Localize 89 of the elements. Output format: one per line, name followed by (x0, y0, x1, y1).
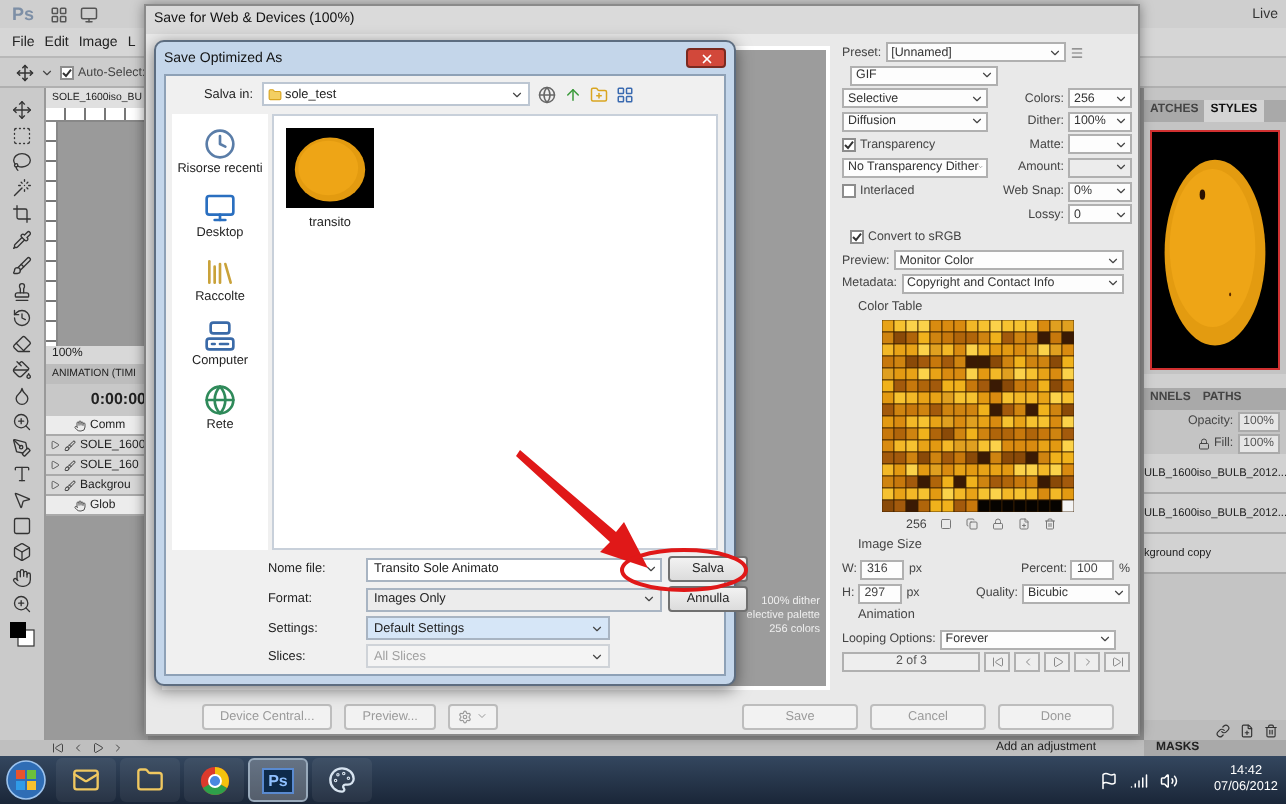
skip-forward-icon (1111, 656, 1124, 669)
library-icon (204, 256, 236, 288)
lock-icon[interactable] (1198, 437, 1211, 449)
pen-icon[interactable] (12, 438, 32, 458)
zoom-icon[interactable] (12, 594, 32, 614)
chevron-right-icon (1081, 656, 1094, 669)
first-frame-icon[interactable] (52, 742, 64, 754)
trash-icon[interactable] (1264, 723, 1278, 737)
type-icon[interactable] (12, 464, 32, 484)
lasso-icon[interactable] (12, 152, 32, 172)
brush-icon[interactable] (12, 256, 32, 276)
caret-icon (40, 65, 54, 79)
color-swatches-icon[interactable] (8, 620, 36, 648)
hand-icon (74, 419, 86, 431)
move-icon[interactable] (16, 63, 34, 81)
caret-icon (509, 87, 524, 101)
close-icon (699, 51, 713, 65)
hand-icon[interactable] (12, 568, 32, 588)
up-folder-icon[interactable] (563, 85, 582, 103)
first-frame-button[interactable] (984, 652, 1011, 673)
taskbar-button[interactable] (120, 758, 180, 802)
chevron-left-icon (1021, 656, 1034, 669)
clock-icon (204, 128, 236, 160)
folder-icon (267, 87, 282, 101)
layer-icon (64, 479, 76, 491)
timecode: 0:00:00 (88, 388, 148, 412)
marquee-icon[interactable] (12, 126, 32, 146)
checkbox[interactable] (842, 184, 856, 199)
signal-icon[interactable] (1130, 771, 1148, 789)
folder-icon (136, 766, 164, 794)
close-button[interactable] (686, 48, 726, 68)
caret-icon (1047, 45, 1062, 59)
stamp-icon[interactable] (12, 282, 32, 302)
computer-icon (204, 320, 236, 352)
grid-icon[interactable] (50, 5, 69, 23)
caret-icon (642, 592, 656, 606)
taskbar-button[interactable] (312, 758, 372, 802)
link-icon[interactable] (1216, 723, 1230, 737)
rectangle-icon[interactable] (12, 516, 32, 536)
hand-icon (74, 499, 86, 511)
caret-icon (1097, 632, 1112, 647)
crop-icon[interactable] (12, 204, 32, 224)
skip-back-icon (991, 656, 1004, 669)
layer-icon (64, 439, 76, 451)
caret-icon (1112, 586, 1126, 600)
history-brush-icon[interactable] (12, 308, 32, 328)
highlight-ellipse (620, 548, 748, 592)
trash-icon[interactable] (1044, 518, 1057, 531)
lock-icon[interactable] (992, 518, 1005, 531)
start-button[interactable] (0, 756, 52, 804)
last-frame-button[interactable] (1104, 652, 1130, 673)
view-menu-icon[interactable] (615, 85, 634, 103)
photoshop-logo: Ps (262, 767, 294, 793)
caret-icon (475, 710, 488, 722)
bucket-icon[interactable] (12, 360, 32, 380)
new-layer-icon[interactable] (1240, 723, 1254, 737)
checkbox[interactable] (60, 65, 74, 79)
gear-icon (457, 709, 472, 723)
pointer-icon[interactable] (12, 490, 32, 510)
menu-icon[interactable] (1069, 45, 1084, 59)
annotation-arrow (516, 450, 648, 568)
eyedropper-icon[interactable] (12, 230, 32, 250)
wand-icon[interactable] (12, 178, 32, 198)
play-icon[interactable] (92, 742, 104, 754)
checkbox[interactable] (850, 230, 864, 245)
square-icon[interactable] (940, 518, 953, 531)
browser-icon (199, 765, 229, 795)
flag-icon[interactable] (1100, 771, 1118, 789)
copy-icon[interactable] (966, 518, 979, 531)
taskbar-button[interactable] (56, 758, 116, 802)
checkbox[interactable] (842, 137, 856, 152)
mail-icon (72, 766, 100, 794)
taskbar-button[interactable]: Ps (248, 758, 308, 802)
move-icon[interactable] (12, 100, 32, 120)
taskbar-button[interactable] (184, 758, 244, 802)
monitor-icon[interactable] (80, 5, 99, 23)
caret-icon (644, 562, 658, 576)
app-logo: Ps (10, 4, 37, 24)
monitor-icon (203, 192, 236, 224)
cube-icon[interactable] (12, 542, 32, 562)
layer-icon (64, 459, 76, 471)
windows-logo (6, 760, 46, 800)
globe-icon (204, 384, 236, 416)
speaker-icon[interactable] (1160, 771, 1178, 789)
droplet-icon[interactable] (12, 386, 32, 406)
new-color-icon[interactable] (1018, 518, 1031, 531)
eraser-icon[interactable] (12, 334, 32, 354)
play-icon (1051, 656, 1064, 669)
palette-icon (328, 766, 356, 794)
